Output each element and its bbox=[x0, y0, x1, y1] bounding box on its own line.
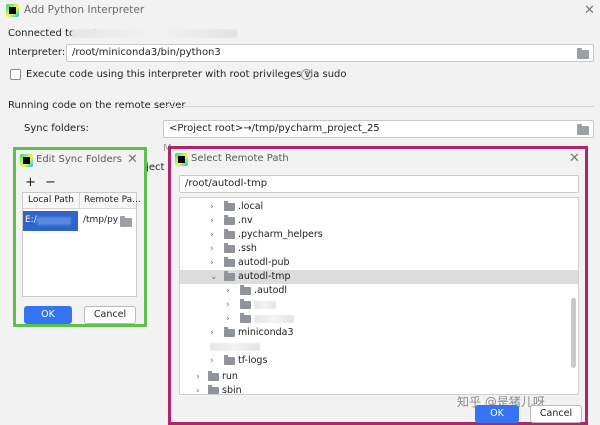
dialog-title: Edit Sync Folders bbox=[36, 154, 122, 165]
sync-folders-value: <Project root>→/tmp/pycharm_project_25 bbox=[169, 123, 380, 134]
chevron-right-icon[interactable]: › bbox=[210, 242, 214, 256]
folder-icon bbox=[224, 215, 235, 225]
redacted-folder-name bbox=[210, 343, 260, 351]
column-divider bbox=[79, 193, 80, 209]
folder-icon[interactable] bbox=[120, 216, 132, 227]
edit-sync-folders-dialog: Edit Sync Folders ✕ + − Local Path Remot… bbox=[13, 147, 147, 327]
chevron-down-icon[interactable]: ⌄ bbox=[210, 270, 218, 284]
close-icon[interactable]: ✕ bbox=[127, 153, 138, 166]
pycharm-logo-icon bbox=[6, 4, 19, 17]
chevron-right-icon[interactable]: › bbox=[226, 312, 230, 326]
tree-item-label: autodl-pub bbox=[238, 257, 290, 268]
tree-item[interactable]: › .pycharm_helpers bbox=[180, 228, 578, 242]
tree-item[interactable]: › .ssh bbox=[180, 242, 578, 256]
tree-item[interactable]: › .local bbox=[180, 200, 578, 214]
dialog-title: Select Remote Path bbox=[191, 153, 289, 164]
tree-item-selected[interactable]: ⌄ autodl-tmp bbox=[180, 270, 578, 284]
folder-icon[interactable] bbox=[577, 48, 589, 59]
redacted-host bbox=[72, 29, 237, 38]
folder-icon bbox=[208, 371, 219, 381]
sync-folders-input[interactable]: <Project root>→/tmp/pycharm_project_25 bbox=[163, 120, 594, 138]
tree-item[interactable] bbox=[180, 340, 578, 354]
folder-icon bbox=[240, 299, 251, 309]
tree-item-label: .local bbox=[238, 201, 264, 212]
tree-item[interactable]: › bbox=[180, 298, 578, 312]
select-remote-path-dialog: Select Remote Path ✕ /root/autodl-tmp › … bbox=[168, 146, 588, 425]
tree-item-label: miniconda3 bbox=[238, 327, 294, 338]
local-path-cell: E:/ bbox=[25, 215, 37, 225]
folder-icon bbox=[224, 327, 235, 337]
sudo-checkbox[interactable] bbox=[10, 69, 21, 80]
tree-item[interactable]: › tf-logs bbox=[180, 354, 578, 368]
folder-icon[interactable] bbox=[577, 124, 589, 135]
interpreter-value: /root/miniconda3/bin/python3 bbox=[72, 47, 221, 58]
sudo-label: Execute code using this interpreter with… bbox=[26, 69, 347, 80]
folder-icon bbox=[224, 271, 235, 281]
remote-path-value: /root/autodl-tmp bbox=[185, 178, 268, 189]
help-icon[interactable]: ? bbox=[301, 69, 312, 80]
tree-item[interactable]: › .autodl bbox=[180, 284, 578, 298]
remote-path-input[interactable]: /root/autodl-tmp bbox=[179, 175, 579, 193]
remove-button[interactable]: − bbox=[45, 176, 56, 189]
redacted-folder-name bbox=[254, 315, 294, 323]
table-header: Local Path Remote Pa... bbox=[23, 193, 141, 209]
folder-icon bbox=[224, 201, 235, 211]
tree-item-label: tf-logs bbox=[238, 355, 268, 366]
tree-item[interactable]: › autodl-pub bbox=[180, 256, 578, 270]
title-bar: Add Python Interpreter ✕ bbox=[0, 0, 600, 22]
tree-item-label: .nv bbox=[238, 215, 253, 226]
close-icon[interactable]: ✕ bbox=[569, 152, 580, 165]
cancel-button[interactable]: Cancel bbox=[530, 405, 582, 423]
remote-folder-tree[interactable]: › .local › .nv › .pycharm_helpers › .ssh… bbox=[179, 197, 579, 395]
ok-button[interactable]: OK bbox=[475, 405, 519, 423]
chevron-right-icon[interactable]: › bbox=[210, 354, 214, 368]
interpreter-input[interactable]: /root/miniconda3/bin/python3 bbox=[66, 44, 594, 62]
tree-item-label: .pycharm_helpers bbox=[238, 229, 323, 240]
chevron-right-icon[interactable]: › bbox=[226, 298, 230, 312]
folder-icon bbox=[240, 285, 251, 295]
tree-item[interactable]: › .nv bbox=[180, 214, 578, 228]
column-local-path[interactable]: Local Path bbox=[28, 195, 74, 205]
folder-icon bbox=[208, 385, 219, 394]
column-remote-path[interactable]: Remote Pa... bbox=[84, 195, 141, 205]
chevron-right-icon[interactable]: › bbox=[226, 284, 230, 298]
tree-item-label: run bbox=[222, 371, 238, 382]
table-row[interactable]: E:/ /tmp/py bbox=[23, 211, 136, 231]
sync-folders-table: Local Path Remote Pa... E:/ /tmp/py bbox=[22, 192, 141, 297]
chevron-right-icon[interactable]: › bbox=[210, 200, 214, 214]
folder-icon bbox=[240, 313, 251, 323]
cancel-button[interactable]: Cancel bbox=[84, 306, 136, 324]
folder-icon bbox=[224, 229, 235, 239]
remote-path-cell: /tmp/py bbox=[83, 215, 119, 225]
tree-item-label: .autodl bbox=[254, 285, 288, 296]
chevron-right-icon[interactable]: › bbox=[210, 326, 214, 340]
section-divider bbox=[164, 106, 594, 107]
tree-item-label: autodl-tmp bbox=[238, 271, 291, 282]
pycharm-logo-icon bbox=[20, 154, 33, 167]
folder-icon bbox=[224, 243, 235, 253]
folder-icon bbox=[224, 257, 235, 267]
chevron-right-icon[interactable]: › bbox=[210, 228, 214, 242]
chevron-right-icon[interactable]: › bbox=[210, 214, 214, 228]
folder-icon bbox=[224, 355, 235, 365]
tree-scrollbar[interactable] bbox=[571, 298, 576, 368]
redacted-local-path bbox=[37, 217, 71, 225]
section-title: Running code on the remote server bbox=[8, 100, 186, 111]
chevron-right-icon[interactable]: › bbox=[196, 384, 200, 394]
sync-folders-label: Sync folders: bbox=[24, 123, 89, 134]
redacted-folder-name bbox=[254, 301, 276, 309]
ok-button[interactable]: OK bbox=[24, 306, 72, 324]
tree-item[interactable]: › run bbox=[180, 370, 578, 384]
tree-item[interactable]: › miniconda3 bbox=[180, 326, 578, 340]
tree-item-label: sbin bbox=[222, 385, 242, 395]
chevron-right-icon[interactable]: › bbox=[196, 370, 200, 384]
interpreter-label: Interpreter: bbox=[8, 47, 66, 58]
chevron-right-icon[interactable]: › bbox=[210, 256, 214, 270]
window-title: Add Python Interpreter bbox=[24, 4, 145, 16]
tree-item-label: .ssh bbox=[238, 243, 257, 254]
close-icon[interactable]: ✕ bbox=[584, 4, 595, 17]
pycharm-logo-icon bbox=[175, 153, 188, 166]
add-button[interactable]: + bbox=[25, 176, 36, 189]
tree-item[interactable]: › bbox=[180, 312, 578, 326]
